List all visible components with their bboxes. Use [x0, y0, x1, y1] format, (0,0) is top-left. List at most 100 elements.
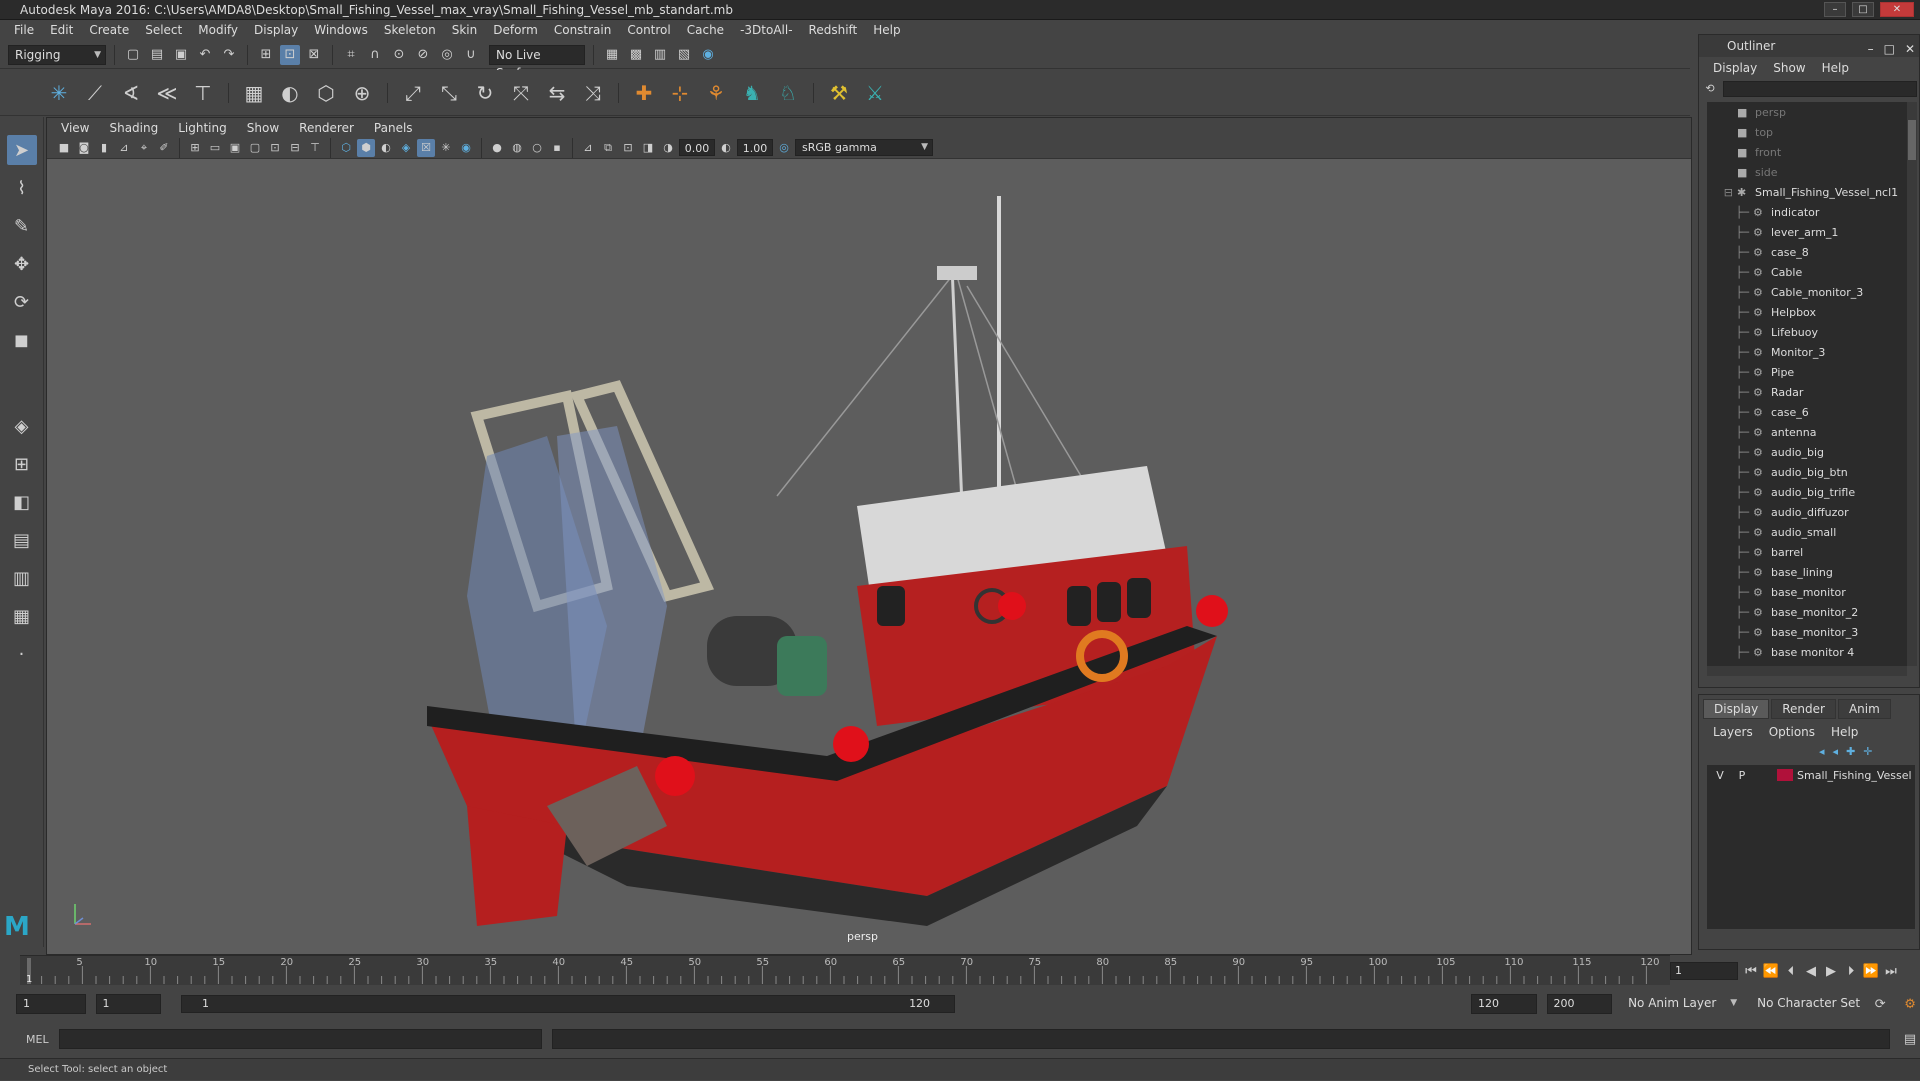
menu-redshift[interactable]: Redshift — [801, 20, 866, 41]
outliner-horizontal-scrollbar[interactable] — [1707, 666, 1907, 676]
xray-joints-icon[interactable]: ⧉ — [599, 139, 617, 157]
panel-menu-lighting[interactable]: Lighting — [168, 121, 237, 135]
locator-icon[interactable]: ✚ — [629, 78, 659, 108]
outliner-filter-icon[interactable]: ⟲ — [1701, 79, 1719, 97]
tab-anim[interactable]: Anim — [1837, 699, 1891, 719]
layer-menu-layers[interactable]: Layers — [1705, 723, 1761, 741]
color-space-dropdown[interactable]: sRGB gamma ▼ — [795, 139, 933, 156]
wireframe-icon[interactable]: ⬡ — [337, 139, 355, 157]
rotate-tool-icon[interactable]: ⟳ — [7, 287, 37, 317]
menu-modify[interactable]: Modify — [190, 20, 246, 41]
wire-deformer-icon[interactable]: ⚔ — [860, 78, 890, 108]
ik-handle-icon[interactable]: ⟋ — [80, 78, 110, 108]
command-input[interactable] — [58, 1029, 542, 1049]
live-surface-field[interactable]: No Live Surface — [489, 44, 585, 80]
step-forward-frame-icon[interactable]: ⏩ — [1863, 961, 1879, 981]
film-gate-icon[interactable]: ▭ — [206, 139, 224, 157]
select-hierarchy-icon[interactable]: ⊞ — [256, 45, 276, 65]
select-component-icon[interactable]: ⊠ — [304, 45, 324, 65]
outliner-child-item[interactable]: ├─ ⚙ base monitor 4 — [1707, 642, 1907, 662]
layer-row[interactable]: V P Small_Fishing_Vessel — [1707, 765, 1915, 785]
xray-active-icon[interactable]: ⊡ — [619, 139, 637, 157]
camera-attributes-icon[interactable]: ◙ — [75, 139, 93, 157]
four-pane-layout-icon[interactable]: ⊞ — [7, 449, 37, 479]
paint-select-icon[interactable]: ✎ — [7, 211, 37, 241]
snap-surface-icon[interactable]: ◎ — [437, 45, 457, 65]
outliner-child-item[interactable]: ├─ ⚙ barrel — [1707, 542, 1907, 562]
snap-magnet-icon[interactable]: ∪ — [461, 45, 481, 65]
character-set-dropdown[interactable]: No Character Set — [1751, 994, 1861, 1014]
outliner-child-item[interactable]: ├─ ⚙ audio_small — [1707, 522, 1907, 542]
shadows-icon[interactable]: ✳ — [437, 139, 455, 157]
mirror-joint-icon[interactable]: ≪ — [152, 78, 182, 108]
outliner-child-item[interactable]: ├─ ⚙ Helpbox — [1707, 302, 1907, 322]
snap-curve-icon[interactable]: ∩ — [365, 45, 385, 65]
playback-start-field[interactable]: 1 — [95, 994, 162, 1014]
resolution-gate-icon[interactable]: ▣ — [226, 139, 244, 157]
playback-end-field[interactable]: 120 — [1471, 994, 1537, 1014]
tab-render[interactable]: Render — [1771, 699, 1836, 719]
joint-locator-icon[interactable]: ⊹ — [665, 78, 695, 108]
play-forwards-icon[interactable]: ▶ — [1824, 961, 1838, 981]
field-chart-icon[interactable]: ⊡ — [266, 139, 284, 157]
outliner-child-item[interactable]: ├─ ⚙ audio_big_btn — [1707, 462, 1907, 482]
gamma-field[interactable]: 1.00 — [737, 139, 773, 156]
cluster-icon[interactable]: ⊕ — [347, 78, 377, 108]
scale-constraint-icon[interactable]: ⤧ — [506, 78, 536, 108]
animation-end-field[interactable]: 200 — [1546, 994, 1613, 1014]
anti-aliasing-icon[interactable]: ◍ — [508, 139, 526, 157]
ambient-occlusion-icon[interactable]: ◉ — [457, 139, 475, 157]
menu-3dtoall[interactable]: -3DtoAll- — [732, 20, 800, 41]
outliner-child-item[interactable]: ├─ ⚙ case_8 — [1707, 242, 1907, 262]
minimize-button[interactable]: – — [1824, 2, 1846, 17]
panel-menu-renderer[interactable]: Renderer — [289, 121, 364, 135]
motion-blur-icon[interactable]: ● — [488, 139, 506, 157]
color-management-icon[interactable]: ◎ — [775, 139, 793, 157]
move-layer-down-icon[interactable]: ◂ — [1833, 745, 1839, 758]
auto-key-icon[interactable]: ⟳ — [1870, 994, 1890, 1014]
outliner-menu-display[interactable]: Display — [1705, 59, 1765, 77]
muscle-skin-icon[interactable]: ♘ — [773, 78, 803, 108]
menu-deform[interactable]: Deform — [485, 20, 546, 41]
xray-icon[interactable]: ▪ — [548, 139, 566, 157]
outliner-child-item[interactable]: ├─ ⚙ base_lining — [1707, 562, 1907, 582]
outliner-layout-icon[interactable]: ▤ — [7, 525, 37, 555]
menu-windows[interactable]: Windows — [306, 20, 376, 41]
wireframe-on-shaded-icon[interactable]: ◐ — [377, 139, 395, 157]
isolate-select-icon[interactable]: ⊿ — [579, 139, 597, 157]
layer-menu-help[interactable]: Help — [1823, 723, 1866, 741]
ipr-render-icon[interactable]: ▥ — [650, 45, 670, 65]
snap-view-icon[interactable]: ⊘ — [413, 45, 433, 65]
point-constraint-icon[interactable]: ⤢ — [398, 78, 428, 108]
custom-layout-icon[interactable]: · — [7, 639, 37, 669]
panel-menu-shading[interactable]: Shading — [99, 121, 168, 135]
joint-tool-icon[interactable]: ✳ — [44, 78, 74, 108]
outliner-child-item[interactable]: ├─ ⚙ audio_diffuzor — [1707, 502, 1907, 522]
panel-menu-view[interactable]: View — [51, 121, 99, 135]
backface-icon[interactable]: ◨ — [639, 139, 657, 157]
panel-menu-show[interactable]: Show — [237, 121, 289, 135]
outliner-menu-show[interactable]: Show — [1765, 59, 1813, 77]
outliner-child-item[interactable]: ├─ ⚙ Cable_monitor_3 — [1707, 282, 1907, 302]
grid-icon[interactable]: ⊞ — [186, 139, 204, 157]
outliner-child-item[interactable]: ├─ ⚙ Pipe — [1707, 362, 1907, 382]
anim-layer-dropdown[interactable]: No Anim Layer ▼ — [1622, 994, 1742, 1014]
outliner-child-item[interactable]: ├─ ⚙ base_monitor_3 — [1707, 622, 1907, 642]
move-layer-up-icon[interactable]: ◂ — [1819, 745, 1825, 758]
current-frame-field[interactable]: 1 — [1670, 962, 1738, 980]
animation-start-field[interactable]: 1 — [16, 994, 86, 1014]
graph-layout-icon[interactable]: ▥ — [7, 563, 37, 593]
new-layer-icon[interactable]: ✚ — [1846, 745, 1855, 758]
animation-preferences-icon[interactable]: ⚙ — [1900, 994, 1920, 1014]
step-forward-key-icon[interactable]: ⏵ — [1844, 961, 1858, 981]
outliner-child-item[interactable]: ├─ ⚙ case_6 — [1707, 402, 1907, 422]
menu-create[interactable]: Create — [81, 20, 137, 41]
menu-help[interactable]: Help — [865, 20, 908, 41]
step-back-frame-icon[interactable]: ⏪ — [1763, 961, 1779, 981]
snap-grid-icon[interactable]: ⌗ — [341, 45, 361, 65]
new-layer-from-selection-icon[interactable]: ✛ — [1863, 745, 1872, 758]
outliner-child-item[interactable]: ├─ ⚙ base_monitor — [1707, 582, 1907, 602]
outliner-minimize-icon[interactable]: – — [1868, 38, 1874, 60]
viewport-panel[interactable]: View Shading Lighting Show Renderer Pane… — [46, 117, 1692, 955]
move-tool-icon[interactable]: ✥ — [7, 249, 37, 279]
